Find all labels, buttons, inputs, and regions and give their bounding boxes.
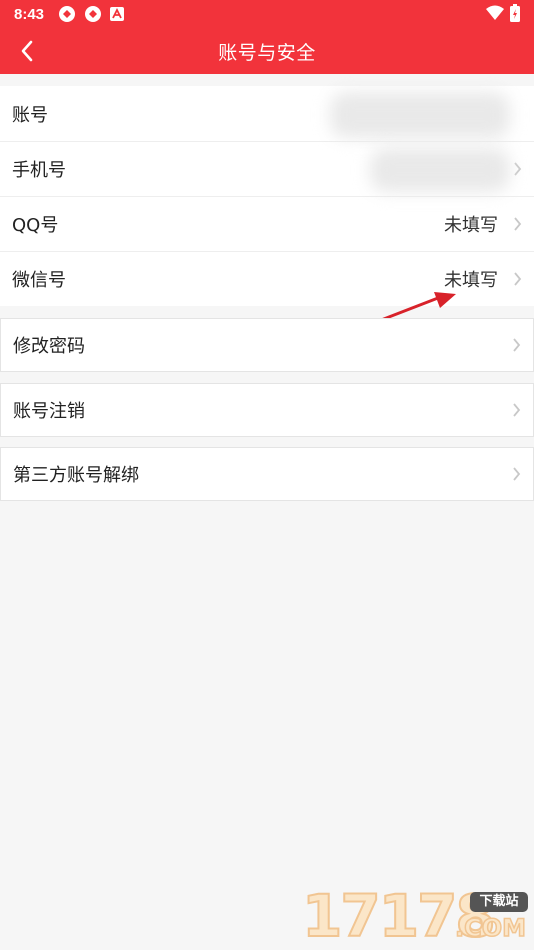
chevron-right-icon: [514, 217, 522, 231]
blurred-phone-value: [370, 148, 510, 192]
qq-row[interactable]: QQ号 未填写: [0, 196, 534, 251]
chevron-right-icon: [514, 162, 522, 176]
unbind-third-party-row[interactable]: 第三方账号解绑: [1, 448, 533, 500]
phone-label: 手机号: [12, 160, 66, 181]
account-label: 账号: [12, 104, 48, 126]
app-notification-icon-2: [84, 5, 102, 23]
watermark-suffix: .COM: [454, 913, 527, 943]
wechat-label: 微信号: [12, 270, 66, 291]
app-notification-icon: [58, 5, 76, 23]
wifi-icon: [486, 5, 504, 20]
chevron-left-icon: [21, 40, 33, 62]
chevron-right-icon: [514, 272, 522, 286]
status-right-icons: [486, 4, 520, 22]
qq-value: 未填写: [444, 215, 498, 236]
status-time: 8:43: [14, 5, 45, 23]
unbind-third-party-label: 第三方账号解绑: [13, 465, 139, 486]
unbind-third-party-group: 第三方账号解绑: [0, 447, 534, 501]
navigation-bar: 账号与安全: [0, 28, 534, 74]
change-password-label: 修改密码: [13, 336, 85, 357]
chevron-right-icon: [513, 338, 521, 352]
change-password-row[interactable]: 修改密码: [1, 319, 533, 371]
cancel-account-label: 账号注销: [13, 401, 85, 422]
chevron-right-icon: [513, 403, 521, 417]
page-title: 账号与安全: [218, 41, 316, 64]
cancel-account-row[interactable]: 账号注销: [1, 384, 533, 436]
status-bar: 8:43: [0, 0, 534, 28]
back-button[interactable]: [10, 34, 44, 68]
watermark: 17178 下载站 .COM: [301, 885, 528, 947]
watermark-badge: 下载站: [470, 892, 528, 912]
chevron-right-icon: [513, 467, 521, 481]
cancel-account-group: 账号注销: [0, 383, 534, 437]
change-password-group: 修改密码: [0, 318, 534, 372]
account-info-group: 账号 手机号 QQ号 未填写 微信号 未填写: [0, 86, 534, 306]
app-a-icon: [110, 7, 125, 21]
qq-label: QQ号: [12, 215, 59, 236]
top-app-bar: 8:43 账号与安全: [0, 0, 534, 74]
blurred-account-value: [330, 92, 510, 138]
wechat-value: 未填写: [444, 270, 498, 291]
battery-icon: [510, 4, 520, 22]
